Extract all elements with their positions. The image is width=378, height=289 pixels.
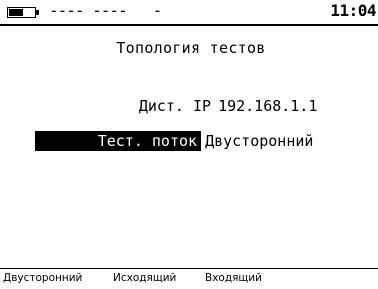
status-divider	[0, 24, 378, 26]
softkey-bidirectional[interactable]: Двусторонний	[3, 270, 82, 286]
remote-ip-row[interactable]: Дист. IP 192.168.1.1	[80, 76, 318, 116]
battery-icon	[7, 7, 36, 18]
status-bar: ---- ---- - 11:04	[0, 0, 378, 30]
page-title: Топология тестов	[116, 39, 266, 57]
test-flow-row[interactable]: Тест. поток Двусторонний	[17, 111, 313, 151]
battery-level-fill	[9, 9, 23, 16]
softkey-outgoing[interactable]: Исходящий	[113, 270, 176, 286]
softkey-divider	[0, 268, 378, 269]
test-flow-value[interactable]: Двусторонний	[201, 131, 313, 151]
softkey-incoming[interactable]: Входящий	[205, 270, 262, 286]
battery-tip	[36, 10, 39, 15]
clock: 11:04	[330, 1, 376, 20]
test-flow-label[interactable]: Тест. поток	[35, 131, 202, 151]
softkey-bar: Двусторонний Исходящий Входящий	[0, 270, 378, 289]
status-indicators: ---- ---- -	[49, 1, 162, 20]
